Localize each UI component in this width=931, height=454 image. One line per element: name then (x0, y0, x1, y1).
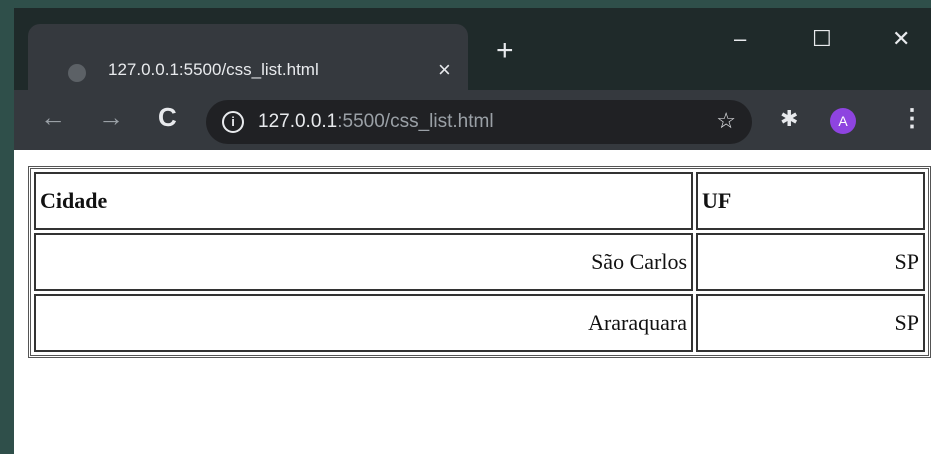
profile-avatar[interactable]: A (830, 108, 856, 134)
extensions-puzzle-icon[interactable]: ✱ (780, 106, 798, 132)
header-cidade: Cidade (34, 172, 694, 230)
table-row: Araraquara SP (34, 294, 925, 352)
menu-dots-icon[interactable]: ⋮ (900, 104, 924, 133)
cities-table: Cidade UF São Carlos SP Araraquara SP (28, 166, 931, 358)
cell-uf: SP (696, 233, 925, 291)
url-host: 127.0.0.1 (258, 111, 338, 132)
cell-cidade: São Carlos (34, 233, 694, 291)
page-content: Cidade UF São Carlos SP Araraquara SP (14, 150, 931, 454)
tab-strip: 127.0.0.1:5500/css_list.html × + – ☐ ✕ (14, 8, 931, 90)
table-header-row: Cidade UF (34, 172, 925, 230)
address-bar[interactable]: i 127.0.0.1:5500/css_list.html ☆ (206, 100, 752, 144)
minimize-button[interactable]: – (734, 26, 746, 52)
table-row: São Carlos SP (34, 233, 925, 291)
forward-button[interactable]: → (98, 104, 124, 130)
browser-tab[interactable]: 127.0.0.1:5500/css_list.html × (28, 24, 468, 90)
globe-icon (68, 64, 86, 82)
cell-cidade: Araraquara (34, 294, 694, 352)
tab-title: 127.0.0.1:5500/css_list.html (108, 60, 319, 79)
browser-toolbar: ← → C i 127.0.0.1:5500/css_list.html ☆ ✱… (14, 90, 931, 150)
url-path: :5500/css_list.html (337, 111, 494, 132)
cell-uf: SP (696, 294, 925, 352)
reload-button[interactable]: C (158, 104, 177, 130)
bookmark-star-icon[interactable]: ☆ (716, 108, 736, 134)
browser-window: 127.0.0.1:5500/css_list.html × + – ☐ ✕ ←… (14, 8, 931, 454)
close-window-button[interactable]: ✕ (892, 26, 910, 52)
url-text: 127.0.0.1:5500/css_list.html (258, 111, 494, 133)
new-tab-button[interactable]: + (496, 36, 514, 66)
info-icon[interactable]: i (222, 111, 244, 133)
maximize-button[interactable]: ☐ (812, 26, 832, 52)
back-button[interactable]: ← (40, 104, 66, 130)
tab-close-icon[interactable]: × (438, 57, 451, 83)
header-uf: UF (696, 172, 925, 230)
